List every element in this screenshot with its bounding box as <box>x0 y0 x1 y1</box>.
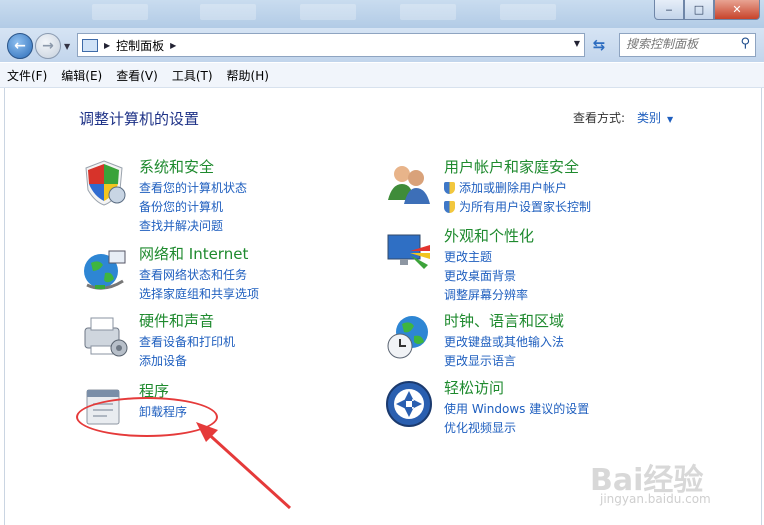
link-display-language[interactable]: 更改显示语言 <box>444 352 564 371</box>
maximize-button[interactable]: □ <box>684 0 714 20</box>
control-panel-icon <box>82 38 98 52</box>
clock-globe-icon <box>387 316 428 359</box>
chevron-down-icon: ▼ <box>667 115 674 124</box>
annotation-arrow <box>196 422 292 510</box>
category-title[interactable]: 硬件和声音 <box>139 310 214 331</box>
category-title[interactable]: 用户帐户和家庭安全 <box>444 156 579 177</box>
menu-help[interactable]: 帮助(H) <box>220 67 276 84</box>
view-by-label: 查看方式: <box>573 111 626 125</box>
menu-tools[interactable]: 工具(T) <box>165 67 220 84</box>
link-screen-resolution[interactable]: 调整屏幕分辨率 <box>444 286 528 305</box>
link-backup-computer[interactable]: 备份您的计算机 <box>139 198 247 217</box>
minimize-button[interactable]: ‒ <box>654 0 684 20</box>
breadcrumb-arrow-icon[interactable]: ▶ <box>170 41 176 50</box>
shield-icon <box>85 160 126 206</box>
taskbar-ghost <box>500 4 556 20</box>
taskbar-ghost <box>92 4 148 20</box>
menu-view[interactable]: 查看(V) <box>109 67 165 84</box>
menu-bar: 文件(F) 编辑(E) 查看(V) 工具(T) 帮助(H) <box>0 63 764 88</box>
title-bar: ‒ □ ✕ <box>0 0 764 28</box>
monitor-paint-icon <box>387 234 430 269</box>
link-add-remove-accounts[interactable]: 添加或删除用户帐户 <box>444 179 591 198</box>
baidu-watermark-url: jingyan.baidu.com <box>600 492 711 506</box>
link-windows-recommended-settings[interactable]: 使用 Windows 建议的设置 <box>444 400 589 419</box>
accessibility-icon <box>386 381 432 427</box>
link-network-status[interactable]: 查看网络状态和任务 <box>139 266 259 285</box>
users-icon <box>388 166 430 204</box>
link-text: 为所有用户设置家长控制 <box>459 200 592 214</box>
uac-shield-icon <box>444 201 455 213</box>
back-button[interactable]: ← <box>7 33 33 59</box>
link-desktop-background[interactable]: 更改桌面背景 <box>444 267 528 286</box>
recent-pages-dropdown[interactable]: ▼ <box>64 42 70 51</box>
arrow-left-icon: ← <box>14 38 26 54</box>
link-homegroup-sharing[interactable]: 选择家庭组和共享选项 <box>139 285 259 304</box>
link-change-theme[interactable]: 更改主题 <box>444 248 528 267</box>
category-title[interactable]: 时钟、语言和区域 <box>444 310 564 331</box>
link-text: 添加或删除用户帐户 <box>459 181 568 195</box>
view-by-dropdown[interactable]: 类别 ▼ <box>637 109 673 126</box>
category-title[interactable]: 网络和 Internet <box>139 243 248 264</box>
network-globe-icon <box>84 250 126 290</box>
category-title[interactable]: 外观和个性化 <box>444 225 534 246</box>
breadcrumb-control-panel[interactable]: 控制面板 <box>116 37 164 54</box>
forward-button[interactable]: → <box>35 33 61 59</box>
search-icon[interactable]: ⚲ <box>740 36 750 51</box>
view-by-value: 类别 <box>637 111 662 125</box>
link-optimize-display[interactable]: 优化视频显示 <box>444 419 589 438</box>
page-title: 调整计算机的设置 <box>79 110 200 128</box>
address-dropdown-icon[interactable]: ▼ <box>574 39 580 48</box>
refresh-icon: ⇆ <box>592 36 606 54</box>
menu-file[interactable]: 文件(F) <box>0 67 54 84</box>
printer-icon <box>84 317 128 357</box>
category-title[interactable]: 轻松访问 <box>444 377 504 398</box>
address-bar[interactable]: ▶ 控制面板 ▶ ▼ <box>77 33 585 57</box>
link-troubleshoot[interactable]: 查找并解决问题 <box>139 217 247 236</box>
taskbar-ghost <box>300 4 356 20</box>
link-view-computer-status[interactable]: 查看您的计算机状态 <box>139 179 247 198</box>
menu-edit[interactable]: 编辑(E) <box>54 67 109 84</box>
search-input[interactable] <box>620 34 736 54</box>
taskbar-ghost <box>400 4 456 20</box>
navigation-bar: ← → ▼ ▶ 控制面板 ▶ ▼ ⇆ ⚲ <box>0 28 764 62</box>
window-controls: ‒ □ ✕ <box>654 0 760 20</box>
close-button[interactable]: ✕ <box>714 0 760 20</box>
link-change-keyboard[interactable]: 更改键盘或其他输入法 <box>444 333 564 352</box>
category-title[interactable]: 系统和安全 <box>139 156 214 177</box>
link-parental-controls[interactable]: 为所有用户设置家长控制 <box>444 198 591 217</box>
uac-shield-icon <box>444 182 455 194</box>
search-box[interactable]: ⚲ <box>619 33 756 57</box>
arrow-right-icon: → <box>42 38 54 54</box>
link-devices-printers[interactable]: 查看设备和打印机 <box>139 333 235 352</box>
breadcrumb-arrow-icon[interactable]: ▶ <box>104 41 110 50</box>
refresh-button[interactable]: ⇆ <box>587 33 611 57</box>
taskbar-ghost <box>200 4 256 20</box>
link-add-device[interactable]: 添加设备 <box>139 352 235 371</box>
